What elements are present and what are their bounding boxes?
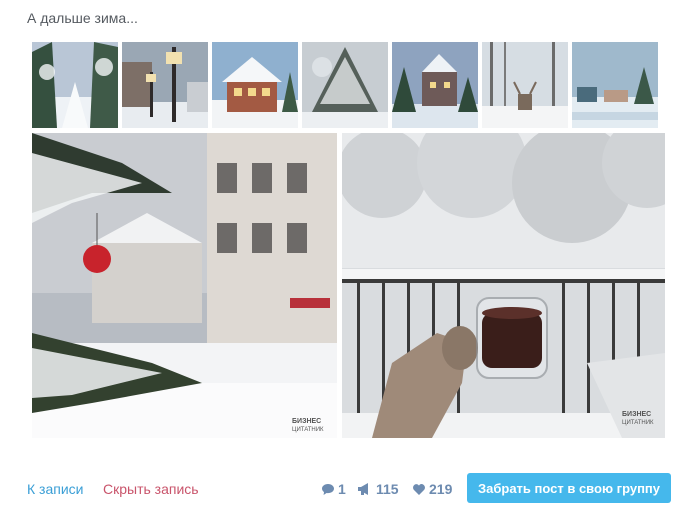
heart-icon <box>413 483 425 495</box>
to-post-link[interactable]: К записи <box>27 481 83 497</box>
thumbnail-snowy-forest-path[interactable] <box>32 42 118 128</box>
likes-count: 219 <box>429 481 453 497</box>
thumbnail-snowy-street-lamps[interactable] <box>122 42 208 128</box>
photo-coffee-on-balcony[interactable]: БИЗНЕС ЦИТАТНИК <box>342 133 665 438</box>
comments-stat[interactable]: 1 <box>322 481 346 497</box>
watermark-text: БИЗНЕС <box>292 418 321 425</box>
thumbnail-snowy-deer-forest[interactable] <box>482 42 568 128</box>
comment-icon <box>322 483 334 495</box>
post-title: А дальше зима... <box>27 10 138 26</box>
comments-count: 1 <box>338 481 346 497</box>
photo-christmas-street[interactable]: БИЗНЕС ЦИТАТНИК <box>32 133 337 438</box>
thumbnail-snowy-village-lake[interactable] <box>572 42 658 128</box>
reposts-count: 115 <box>376 481 399 497</box>
svg-text:БИЗНЕС: БИЗНЕС <box>622 411 651 418</box>
megaphone-icon <box>358 483 372 495</box>
take-post-button[interactable]: Забрать пост в свою группу <box>467 473 671 503</box>
svg-text:ЦИТАТНИК: ЦИТАТНИК <box>292 427 324 433</box>
thumbnail-snowy-castle[interactable] <box>392 42 478 128</box>
likes-stat[interactable]: 219 <box>413 481 452 497</box>
svg-text:ЦИТАТНИК: ЦИТАТНИК <box>622 420 654 426</box>
hide-post-link[interactable]: Скрыть запись <box>103 481 199 497</box>
thumbnail-snowy-house[interactable] <box>212 42 298 128</box>
post-footer: К записи Скрыть запись 1 115 219 Забрать… <box>0 470 683 510</box>
reposts-stat[interactable]: 115 <box>358 481 399 497</box>
thumbnail-snowy-pine-branch[interactable] <box>302 42 388 128</box>
